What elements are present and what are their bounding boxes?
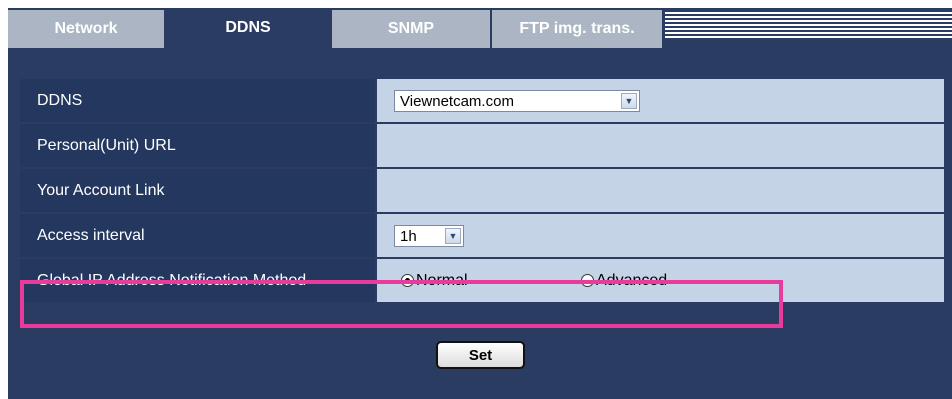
- personal-url-label: Personal(Unit) URL: [20, 124, 375, 167]
- ddns-label: DDNS: [20, 79, 375, 122]
- tab-ddns[interactable]: DDNS: [166, 8, 330, 48]
- tab-snmp-label: SNMP: [387, 20, 435, 37]
- row-account-link: Your Account Link: [20, 169, 944, 212]
- account-link-value-cell: [377, 169, 944, 212]
- tab-network[interactable]: Network: [8, 10, 164, 48]
- chevron-down-icon[interactable]: ▼: [445, 228, 461, 244]
- tab-ftp-img-trans[interactable]: FTP img. trans.: [492, 10, 662, 48]
- account-link-label: Your Account Link: [20, 169, 375, 212]
- tab-network-label: Network: [54, 20, 118, 37]
- personal-url-value-cell: [377, 124, 944, 167]
- tab-snmp[interactable]: SNMP: [332, 10, 490, 48]
- tab-ddns-label: DDNS: [225, 19, 271, 36]
- row-access-interval: Access interval 1h ▼: [20, 214, 944, 257]
- set-button[interactable]: Set: [436, 341, 525, 369]
- notification-method-highlight: [20, 280, 783, 328]
- access-interval-value-cell: 1h ▼: [377, 214, 944, 257]
- ddns-value-cell: Viewnetcam.com ▼: [377, 79, 944, 122]
- access-interval-select[interactable]: 1h ▼: [394, 225, 464, 247]
- tab-strip: Network DDNS SNMP FTP img. trans.: [8, 8, 952, 48]
- ddns-settings-table: DDNS Viewnetcam.com ▼ Personal(Unit) URL…: [20, 79, 944, 304]
- access-interval-select-value: 1h: [400, 227, 417, 245]
- chevron-down-icon[interactable]: ▼: [621, 93, 637, 109]
- ddns-select-value: Viewnetcam.com: [400, 92, 514, 110]
- tab-ftp-label: FTP img. trans.: [519, 20, 635, 37]
- row-ddns: DDNS Viewnetcam.com ▼: [20, 79, 944, 122]
- access-interval-label: Access interval: [20, 214, 375, 257]
- row-personal-url: Personal(Unit) URL: [20, 124, 944, 167]
- ddns-select[interactable]: Viewnetcam.com ▼: [394, 90, 640, 112]
- tab-strip-decoration: [665, 12, 952, 38]
